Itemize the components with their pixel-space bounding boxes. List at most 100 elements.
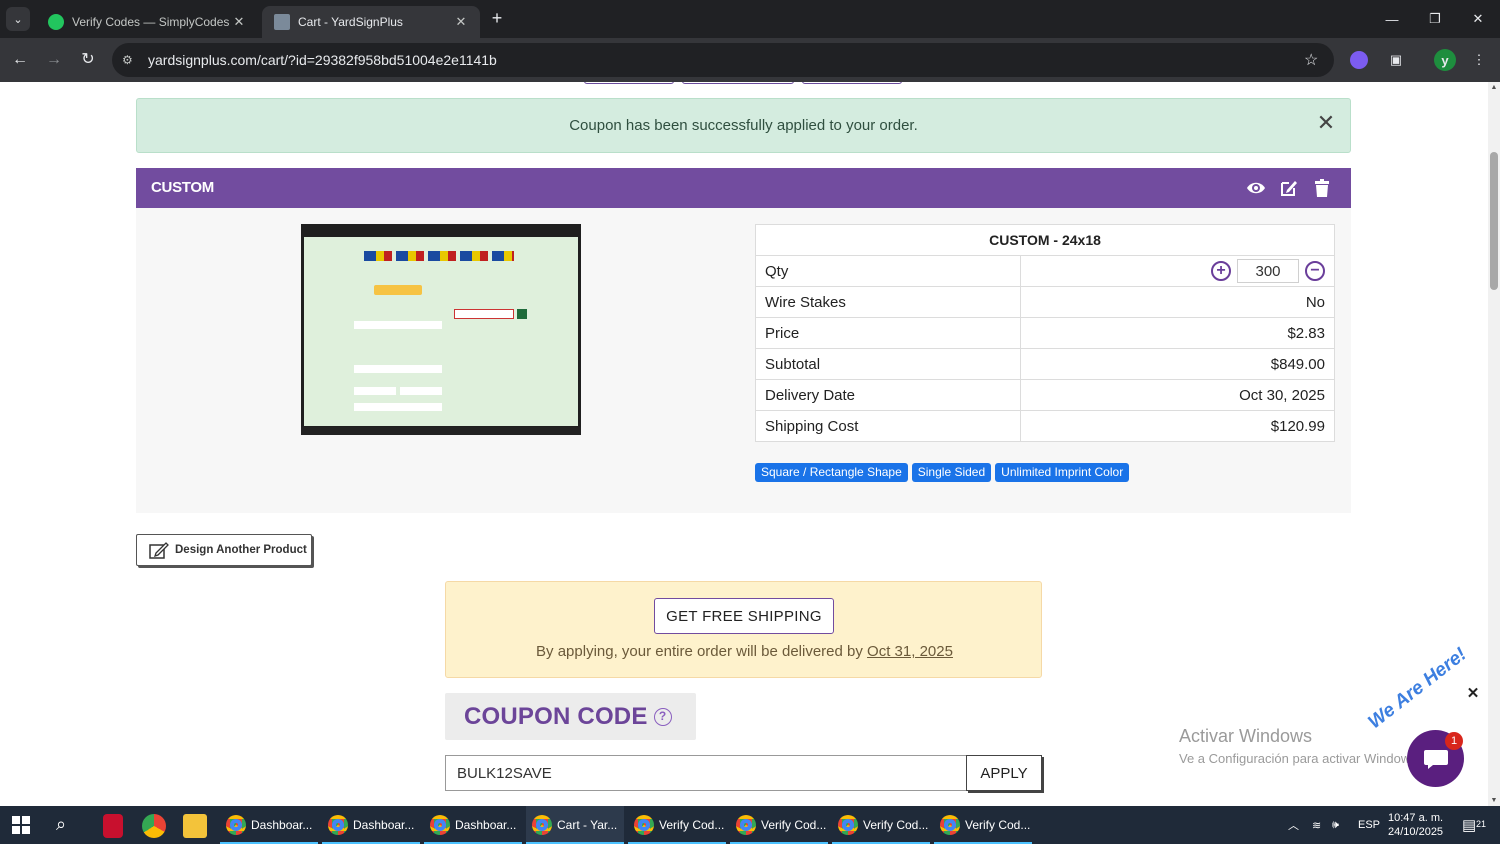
volume-icon[interactable]: 🕪 (1332, 806, 1339, 844)
eye-icon[interactable] (1246, 178, 1266, 198)
tab-cart[interactable]: Cart - YardSignPlus ✕ (262, 6, 480, 38)
language-indicator[interactable]: ESP (1358, 806, 1380, 844)
taskbar-app-dashboard-3[interactable]: Dashboar... (424, 806, 522, 844)
taskbar-app-verify-2[interactable]: Verify Cod... (730, 806, 828, 844)
chat-widget-label: We Are Here! (1364, 643, 1471, 734)
cart-item-card: CUSTOM CUSTOM - 24x18 Qty + 300 − Wire S… (136, 168, 1351, 513)
product-spec-table: CUSTOM - 24x18 Qty + − Wire Stakes No Pr… (754, 224, 1335, 442)
yardsignplus-favicon-icon (274, 14, 290, 30)
tab-search-button[interactable]: ⌄ (6, 7, 30, 31)
taskbar-app-verify-1[interactable]: Verify Cod... (628, 806, 726, 844)
coupon-code-heading: COUPON CODE ? (445, 693, 696, 740)
close-window-button[interactable]: ✕ (1456, 0, 1500, 38)
table-row: Wire Stakes No (754, 286, 1335, 318)
tray-chevron-icon[interactable]: ︿ (1288, 806, 1299, 844)
qty-cell: + − (1020, 255, 1335, 287)
netflix-icon[interactable] (103, 814, 123, 838)
taskbar-app-cart[interactable]: Cart - Yar... (526, 806, 624, 844)
preview-screenshot (304, 237, 578, 426)
shipping-note-text: By applying, your entire order will be d… (536, 643, 863, 660)
profile-avatar[interactable]: y (1434, 49, 1456, 71)
scroll-up-icon[interactable]: ▲ (1490, 84, 1498, 91)
watermark-line2: Ve a Configuración para activar Windows. (1179, 751, 1421, 766)
forward-button[interactable]: → (42, 48, 66, 72)
chrome-icon (940, 815, 960, 835)
wire-stakes-value: No (1020, 286, 1335, 318)
design-another-product-button[interactable]: Design Another Product (136, 534, 312, 566)
price-value: $2.83 (1020, 317, 1335, 349)
browser-toolbar: ← → ↻ ⚙ yardsignplus.com/cart/?id=29382f… (0, 38, 1500, 82)
close-chat-icon[interactable]: ✕ (1466, 686, 1480, 701)
shipping-date-link[interactable]: Oct 31, 2025 (867, 643, 953, 660)
wifi-icon[interactable]: ≋ (1312, 806, 1321, 844)
design-preview-image[interactable] (301, 224, 581, 435)
extension-icon[interactable] (1350, 51, 1368, 69)
chrome-icon (226, 815, 246, 835)
bookmark-star-icon[interactable]: ☆ (1304, 50, 1324, 70)
windows-start-icon[interactable] (12, 816, 30, 834)
cart-item-header: CUSTOM (136, 168, 1351, 208)
shipping-cost-value: $120.99 (1020, 410, 1335, 442)
file-explorer-icon[interactable] (183, 814, 207, 838)
taskbar-app-dashboard-1[interactable]: Dashboar... (220, 806, 318, 844)
scrollbar-thumb[interactable] (1490, 152, 1498, 290)
help-question-icon[interactable]: ? (653, 707, 672, 726)
scroll-down-icon[interactable]: ▼ (1490, 797, 1498, 804)
coupon-code-input[interactable] (445, 755, 968, 791)
address-bar[interactable]: ⚙ yardsignplus.com/cart/?id=29382f958bd5… (112, 43, 1334, 77)
trash-icon[interactable] (1312, 178, 1332, 198)
notifications-icon[interactable]: ▤ (1462, 806, 1476, 844)
close-tab-icon[interactable]: ✕ (454, 14, 468, 30)
chrome-icon (838, 815, 858, 835)
menu-kebab-icon[interactable]: ⋮ (1468, 49, 1490, 71)
taskbar-app-label: Dashboar... (251, 818, 313, 832)
restore-button[interactable]: ❐ (1413, 0, 1457, 38)
clock-date: 24/10/2025 (1388, 826, 1444, 838)
new-tab-button[interactable]: + (486, 8, 508, 30)
chrome-icon[interactable] (142, 814, 166, 838)
taskbar-app-dashboard-2[interactable]: Dashboar... (322, 806, 420, 844)
close-tab-icon[interactable]: ✕ (232, 14, 246, 30)
coupon-heading-text: COUPON CODE (464, 702, 648, 730)
wire-stakes-label: Wire Stakes (754, 286, 1022, 318)
table-row: Shipping Cost $120.99 (754, 410, 1335, 442)
taskbar-app-verify-4[interactable]: Verify Cod... (934, 806, 1032, 844)
free-shipping-box: GET FREE SHIPPING By applying, your enti… (445, 581, 1042, 678)
decrease-qty-button[interactable]: − (1305, 261, 1325, 281)
edit-icon[interactable] (1279, 178, 1299, 198)
price-label: Price (754, 317, 1022, 349)
back-button[interactable]: ← (8, 48, 32, 72)
clock[interactable]: 10:47 a. m. 24/10/2025 (1388, 806, 1443, 844)
chrome-icon (634, 815, 654, 835)
tab-title: Cart - YardSignPlus (298, 15, 403, 29)
quantity-input[interactable] (1237, 259, 1299, 283)
search-icon[interactable]: ⌕ (56, 814, 78, 836)
windows-taskbar: ⌕ Dashboar... Dashboar... Dashboar... Ca… (0, 806, 1500, 844)
delivery-date-value: Oct 30, 2025 (1020, 379, 1335, 411)
spec-table-title: CUSTOM - 24x18 (755, 224, 1335, 256)
table-row: Subtotal $849.00 (754, 348, 1335, 380)
increase-qty-button[interactable]: + (1211, 261, 1231, 281)
taskbar-app-verify-3[interactable]: Verify Cod... (832, 806, 930, 844)
taskbar-app-label: Verify Cod... (761, 818, 827, 832)
taskbar-app-label: Verify Cod... (965, 818, 1031, 832)
chrome-icon (532, 815, 552, 835)
windows-activation-watermark: Activar Windows Ve a Configuración para … (1179, 726, 1420, 766)
cart-item-title: CUSTOM (151, 179, 214, 196)
chat-bubble-icon (1423, 749, 1448, 769)
browser-tab-strip: ⌄ Verify Codes — SimplyCodes ✕ Cart - Ya… (0, 0, 1500, 38)
minimize-button[interactable]: — (1370, 0, 1414, 38)
extensions-puzzle-icon[interactable]: ▣ (1385, 49, 1407, 71)
url-text[interactable]: yardsignplus.com/cart/?id=29382f958bd510… (148, 52, 1304, 68)
reload-button[interactable]: ↻ (76, 48, 100, 72)
alert-message: Coupon has been successfully applied to … (569, 117, 918, 134)
page-scrollbar[interactable]: ▲ ▼ (1488, 82, 1500, 806)
site-info-icon[interactable]: ⚙ (122, 53, 138, 67)
apply-coupon-button[interactable]: APPLY (966, 755, 1042, 791)
get-free-shipping-button[interactable]: GET FREE SHIPPING (654, 598, 834, 634)
pencil-square-icon (149, 542, 169, 559)
tab-verify-codes[interactable]: Verify Codes — SimplyCodes ✕ (36, 6, 258, 38)
subtotal-label: Subtotal (754, 348, 1022, 380)
close-alert-icon[interactable]: ✕ (1316, 112, 1336, 134)
shipping-cost-label: Shipping Cost (754, 410, 1022, 442)
